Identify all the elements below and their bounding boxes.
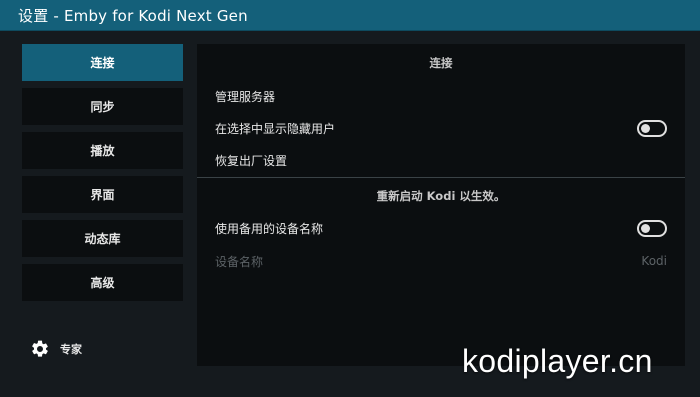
sidebar-item-sync[interactable]: 同步 [22,88,183,125]
sidebar-item-connection[interactable]: 连接 [22,44,183,81]
show-hidden-users-label: 在选择中显示隐藏用户 [215,121,336,136]
show-hidden-users-toggle[interactable] [637,119,667,137]
toggle-knob [641,223,650,233]
toggle-knob [641,123,650,133]
use-alt-device-name-label: 使用备用的设备名称 [215,221,324,236]
sidebar-item-label: 连接 [90,56,115,70]
sidebar-item-label: 同步 [90,100,115,114]
manage-servers-label: 管理服务器 [215,89,276,104]
sidebar-item-label: 界面 [90,188,115,202]
sidebar-item-label: 播放 [90,144,115,158]
section-divider [197,177,685,178]
gear-icon [32,340,48,357]
manage-servers-item[interactable]: 管理服务器 [215,85,667,107]
settings-panel: 连接 管理服务器 在选择中显示隐藏用户 恢复出厂设置 重新启动 Kodi 以生效… [197,44,685,366]
title-bar: 设置 - Emby for Kodi Next Gen [0,0,700,31]
sidebar-item-label: 高级 [90,276,115,290]
sidebar-item-advanced[interactable]: 高级 [22,264,183,301]
show-hidden-users-item[interactable]: 在选择中显示隐藏用户 [215,117,667,139]
device-name-item: 设备名称 Kodi [215,250,667,272]
watermark: kodiplayer.cn [462,343,653,379]
factory-reset-label: 恢复出厂设置 [215,153,288,168]
use-alt-device-name-item[interactable]: 使用备用的设备名称 [215,217,667,239]
sidebar-item-label: 动态库 [84,232,121,246]
device-name-label: 设备名称 [215,254,264,269]
section-title-restart-notice: 重新启动 Kodi 以生效。 [376,189,506,203]
sidebar-item-dynamic-library[interactable]: 动态库 [22,220,183,257]
window-title: 设置 - Emby for Kodi Next Gen [18,7,248,25]
use-alt-device-name-toggle[interactable] [637,219,667,237]
section-title-connection: 连接 [429,56,453,70]
factory-reset-item[interactable]: 恢复出厂设置 [215,149,667,171]
device-name-value: Kodi [641,254,667,268]
settings-level-label: 专家 [60,343,82,356]
sidebar-item-playback[interactable]: 播放 [22,132,183,169]
sidebar-item-interface[interactable]: 界面 [22,176,183,213]
settings-level-button[interactable]: 专家 [30,338,82,360]
